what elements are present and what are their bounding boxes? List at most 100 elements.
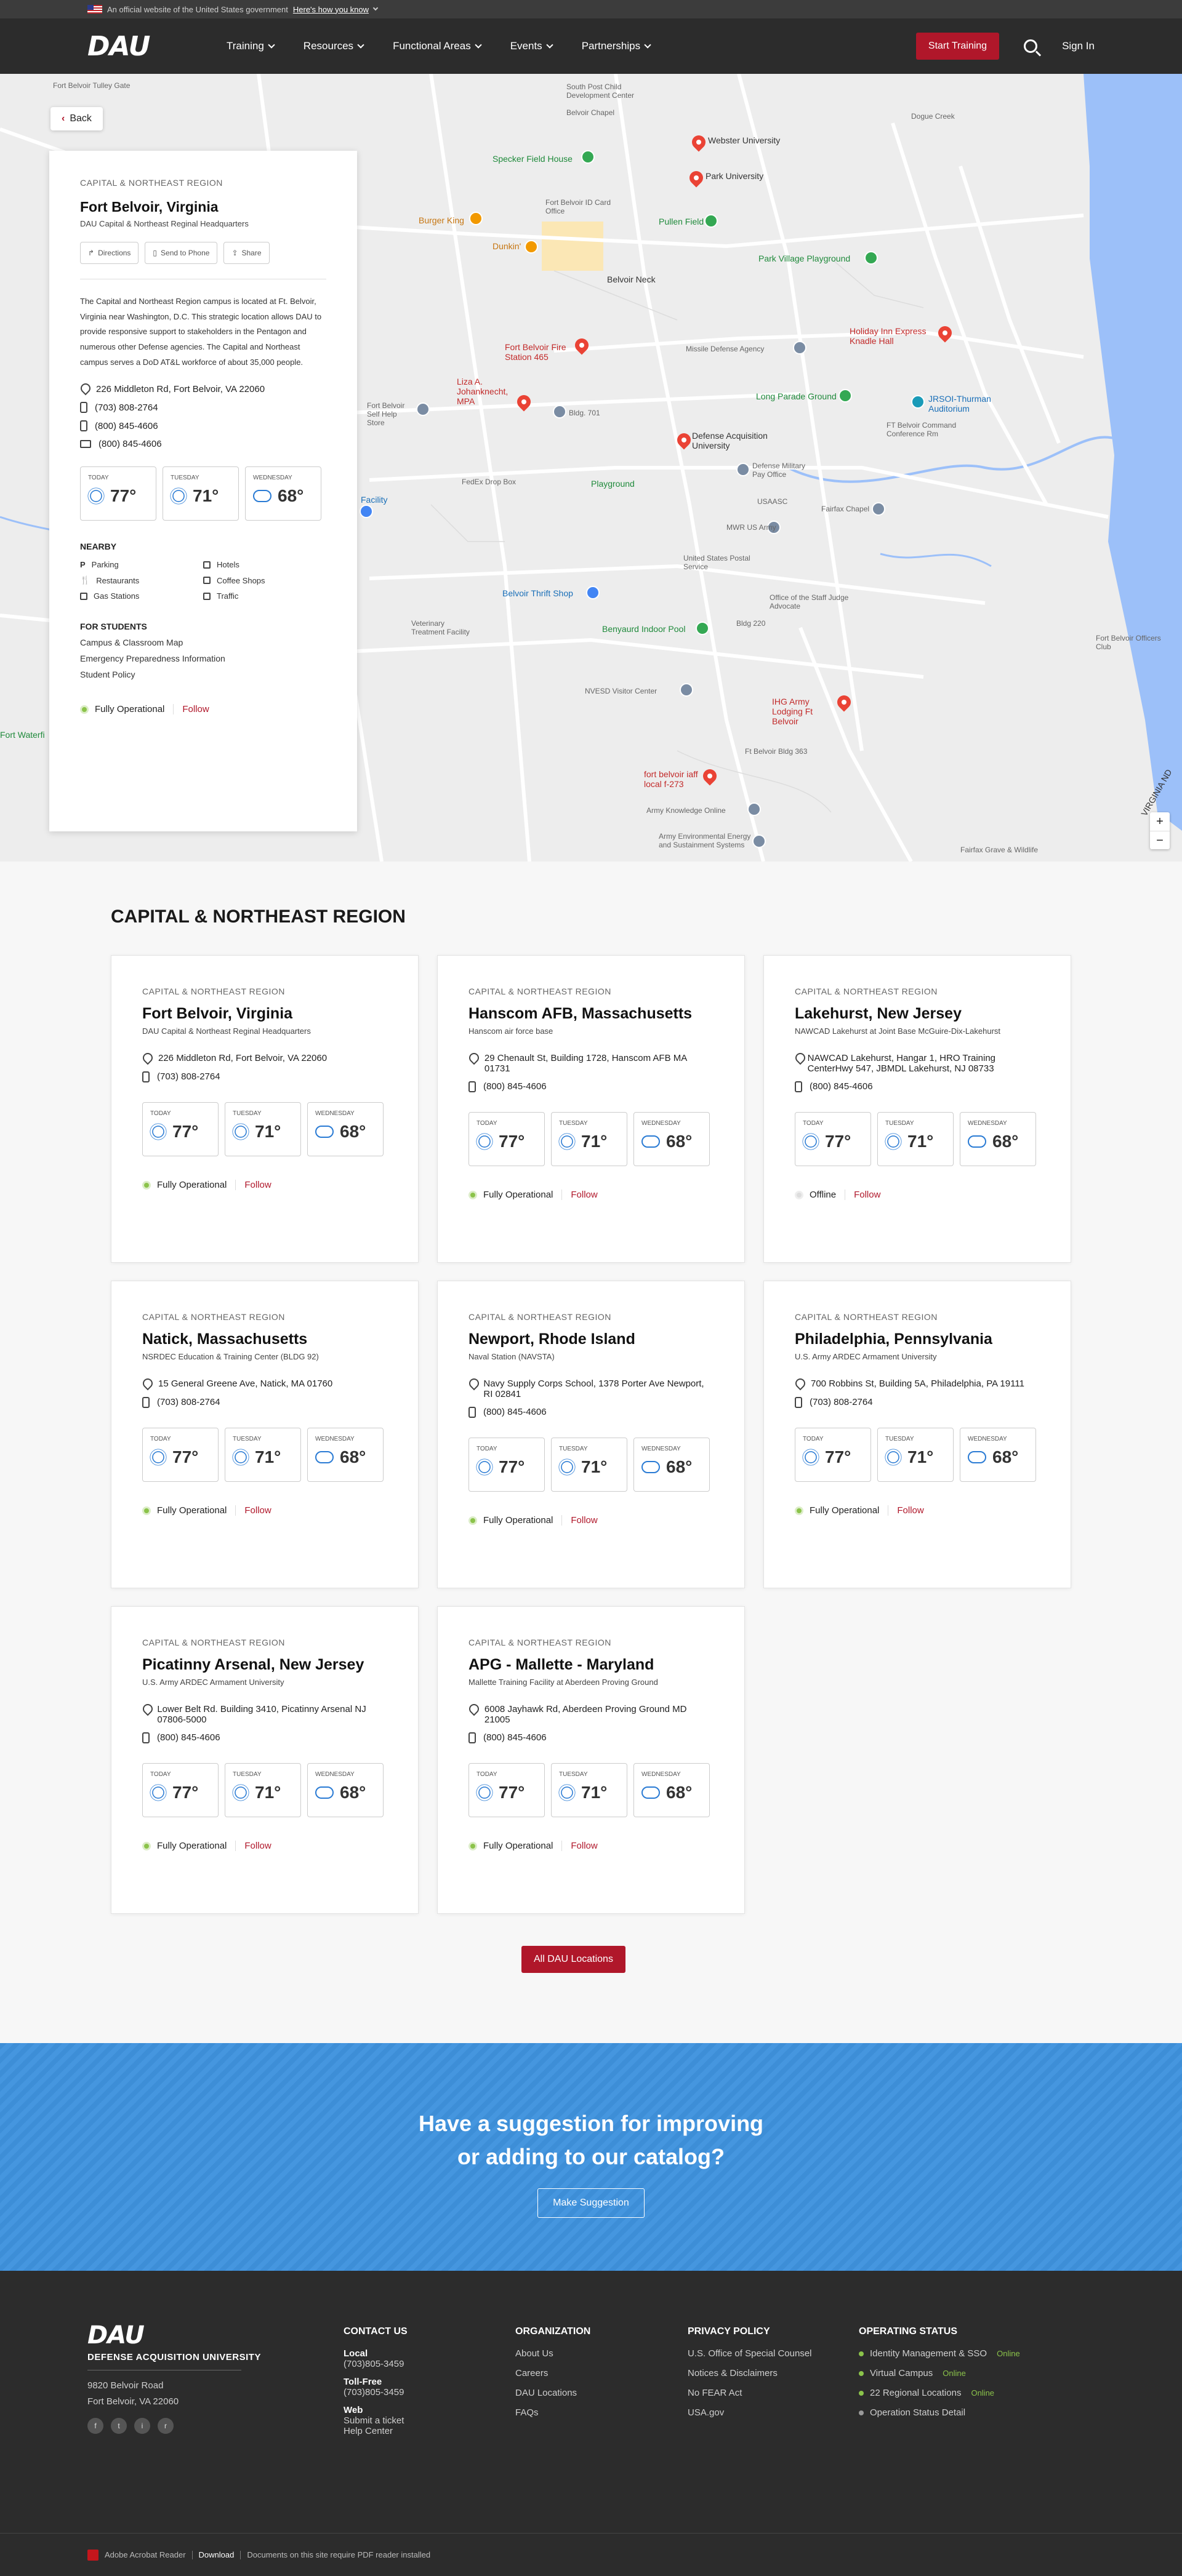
map-pin-icon[interactable] <box>793 341 806 354</box>
footer-link[interactable]: USA.gov <box>688 2407 812 2418</box>
start-training-button[interactable]: Start Training <box>915 33 1000 60</box>
campus-map-link[interactable]: Campus & Classroom Map <box>80 638 326 647</box>
follow-link[interactable]: Follow <box>845 1190 880 1200</box>
map-pin-icon[interactable] <box>416 402 430 416</box>
phone-text[interactable]: (703) 808-2764 <box>157 1397 220 1407</box>
follow-link[interactable]: Follow <box>235 1505 271 1516</box>
map-pin-icon[interactable] <box>911 395 925 409</box>
location-title[interactable]: Newport, Rhode Island <box>468 1330 714 1348</box>
phone-text[interactable]: (703) 808-2764 <box>157 1071 220 1082</box>
nearby-gas[interactable]: Gas Stations <box>80 591 203 601</box>
status-item[interactable]: 22 Regional Locations Online <box>859 2388 1020 2398</box>
submit-ticket-link[interactable]: Submit a ticket <box>344 2415 408 2426</box>
map-pin-icon[interactable] <box>872 502 885 516</box>
student-policy-link[interactable]: Student Policy <box>80 670 326 679</box>
nearby-hotels[interactable]: Hotels <box>203 560 326 569</box>
footer-logo[interactable]: DAU <box>87 2321 227 2350</box>
follow-link[interactable]: Follow <box>888 1505 924 1516</box>
directions-button[interactable]: ↱ Directions <box>80 242 139 264</box>
footer-link[interactable]: Notices & Disclaimers <box>688 2368 812 2378</box>
download-link[interactable]: Download <box>199 2550 235 2559</box>
share-button[interactable]: ⇪ Share <box>223 242 270 264</box>
map-pin-icon[interactable] <box>838 389 852 402</box>
map-pin-icon[interactable] <box>752 834 766 848</box>
send-to-phone-button[interactable]: ▯ Send to Phone <box>145 242 218 264</box>
phone-text[interactable]: (800) 845-4606 <box>483 1732 547 1743</box>
status-item[interactable]: Virtual Campus Online <box>859 2368 1020 2378</box>
nav-resources[interactable]: Resources <box>304 40 364 52</box>
location-title[interactable]: Hanscom AFB, Massachusetts <box>468 1005 714 1023</box>
zoom-in-button[interactable]: + <box>1150 812 1170 831</box>
phone-text[interactable]: (703) 808-2764 <box>810 1397 873 1407</box>
follow-link[interactable]: Follow <box>173 704 209 715</box>
footer-link[interactable]: U.S. Office of Special Counsel <box>688 2348 812 2359</box>
follow-link[interactable]: Follow <box>235 1180 271 1190</box>
follow-link[interactable]: Follow <box>235 1841 271 1851</box>
nav-training[interactable]: Training <box>227 40 275 52</box>
back-button[interactable]: ‹ Back <box>50 107 103 130</box>
map-pin-icon[interactable] <box>581 150 595 164</box>
location-title[interactable]: Lakehurst, New Jersey <box>795 1005 1040 1023</box>
location-card[interactable]: CAPITAL & NORTHEAST REGION Natick, Massac… <box>111 1281 419 1588</box>
map-pin-icon[interactable] <box>680 683 693 697</box>
contact-phone[interactable]: (703)805-3459 <box>344 2359 408 2369</box>
emergency-info-link[interactable]: Emergency Preparedness Information <box>80 654 326 663</box>
nav-functional-areas[interactable]: Functional Areas <box>393 40 482 52</box>
follow-link[interactable]: Follow <box>561 1515 598 1526</box>
phone-text[interactable]: (703) 808-2764 <box>95 402 158 413</box>
contact-phone[interactable]: (703)805-3459 <box>344 2387 408 2398</box>
map-pin-icon[interactable] <box>747 802 761 816</box>
heres-how-you-know-link[interactable]: Here's how you know <box>293 5 369 14</box>
map-pin-icon[interactable] <box>864 251 878 265</box>
location-title[interactable]: Natick, Massachusetts <box>142 1330 387 1348</box>
all-locations-button[interactable]: All DAU Locations <box>521 1946 625 1973</box>
nav-partnerships[interactable]: Partnerships <box>582 40 651 52</box>
footer-link[interactable]: No FEAR Act <box>688 2388 812 2398</box>
location-title[interactable]: Philadelphia, Pennsylvania <box>795 1330 1040 1348</box>
nearby-traffic[interactable]: Traffic <box>203 591 326 601</box>
phone-text[interactable]: (800) 845-4606 <box>483 1407 547 1417</box>
nearby-restaurants[interactable]: 🍴 Restaurants <box>80 575 203 585</box>
location-card[interactable]: CAPITAL & NORTHEAST REGION Picatinny Arse… <box>111 1606 419 1914</box>
map-pin-icon[interactable] <box>360 505 373 518</box>
location-card[interactable]: CAPITAL & NORTHEAST REGION Fort Belvoir, … <box>111 955 419 1263</box>
map-pin-icon[interactable] <box>469 212 483 225</box>
footer-link[interactable]: FAQs <box>515 2407 590 2418</box>
location-card[interactable]: CAPITAL & NORTHEAST REGION APG - Mallette… <box>437 1606 745 1914</box>
make-suggestion-button[interactable]: Make Suggestion <box>537 2188 645 2218</box>
map-pin-icon[interactable] <box>736 463 750 476</box>
phone-text[interactable]: (800) 845-4606 <box>157 1732 220 1743</box>
footer-link[interactable]: Careers <box>515 2368 590 2378</box>
status-item[interactable]: Identity Management & SSO Online <box>859 2348 1020 2359</box>
nearby-coffee[interactable]: Coffee Shops <box>203 575 326 585</box>
rss-icon[interactable]: r <box>158 2418 174 2434</box>
location-card[interactable]: CAPITAL & NORTHEAST REGION Newport, Rhode… <box>437 1281 745 1588</box>
follow-link[interactable]: Follow <box>561 1841 598 1851</box>
map-pin-icon[interactable] <box>704 214 718 228</box>
location-card[interactable]: CAPITAL & NORTHEAST REGION Lakehurst, New… <box>763 955 1071 1263</box>
location-title[interactable]: Fort Belvoir, Virginia <box>142 1005 387 1023</box>
location-title[interactable]: APG - Mallette - Maryland <box>468 1656 714 1674</box>
location-card[interactable]: CAPITAL & NORTHEAST REGION Philadelphia, … <box>763 1281 1071 1588</box>
nearby-parking[interactable]: P Parking <box>80 560 203 569</box>
phone-text[interactable]: (800) 845-4606 <box>483 1081 547 1092</box>
search-icon[interactable] <box>1024 39 1038 53</box>
map-pin-icon[interactable] <box>696 622 709 635</box>
instagram-icon[interactable]: i <box>134 2418 150 2434</box>
sign-in-link[interactable]: Sign In <box>1062 40 1095 52</box>
map-pin-icon[interactable] <box>525 240 538 254</box>
location-title[interactable]: Picatinny Arsenal, New Jersey <box>142 1656 387 1674</box>
map-pin-icon[interactable] <box>586 586 600 599</box>
footer-link[interactable]: DAU Locations <box>515 2388 590 2398</box>
dau-logo[interactable]: DAU <box>87 31 227 62</box>
phone-text[interactable]: (800) 845-4606 <box>95 421 158 431</box>
map-pin-icon[interactable] <box>553 405 566 418</box>
footer-link[interactable]: About Us <box>515 2348 590 2359</box>
follow-link[interactable]: Follow <box>561 1190 598 1200</box>
location-card[interactable]: CAPITAL & NORTHEAST REGION Hanscom AFB, M… <box>437 955 745 1263</box>
fax-text[interactable]: (800) 845-4606 <box>98 439 162 449</box>
twitter-icon[interactable]: t <box>111 2418 127 2434</box>
status-item[interactable]: Operation Status Detail <box>859 2407 1020 2418</box>
nav-events[interactable]: Events <box>510 40 553 52</box>
zoom-out-button[interactable]: − <box>1150 831 1170 849</box>
